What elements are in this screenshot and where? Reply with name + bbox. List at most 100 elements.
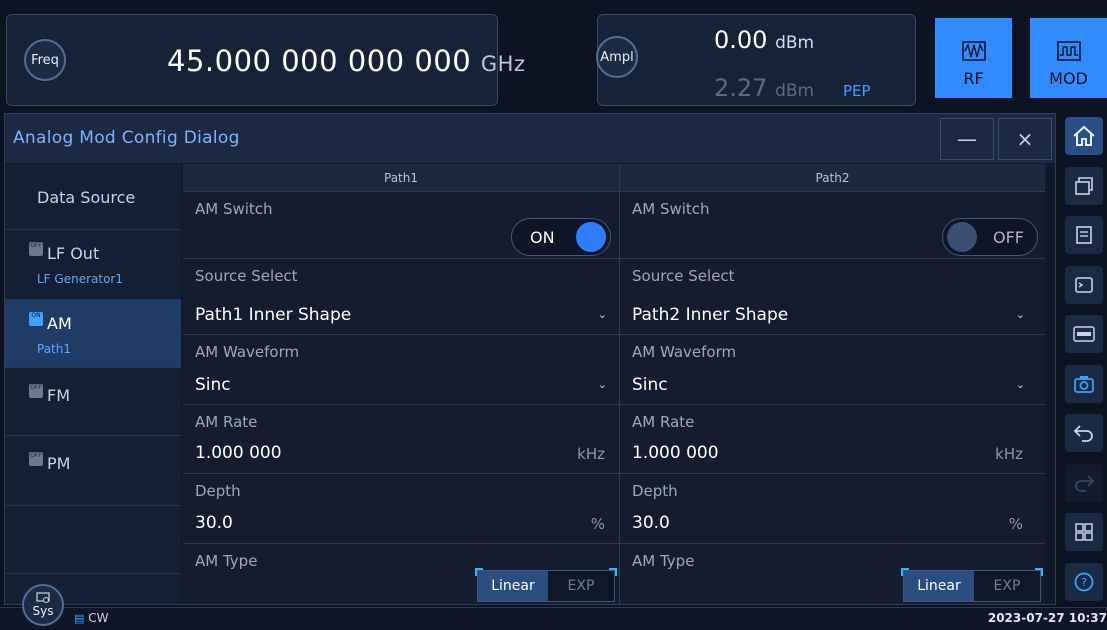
am-type-linear-option[interactable]: Linear <box>904 571 974 601</box>
waveform-value: Sinc <box>632 375 668 395</box>
toggle-knob <box>576 222 606 252</box>
pep-label: PEP <box>843 82 871 100</box>
status-clock: 2023-07-27 10:37 <box>987 611 1107 625</box>
nav-item-fm[interactable]: OFF FM <box>5 368 181 436</box>
am-type-linear-option[interactable]: Linear <box>478 571 548 601</box>
close-button[interactable]: × <box>998 118 1052 160</box>
nav-item-label: FM <box>47 386 71 405</box>
path1-am-switch-row: AM Switch ON <box>183 192 619 259</box>
path2-source-select-row[interactable]: Source Select Path2 Inner Shape ⌄ <box>620 259 1045 335</box>
am-switch-label: AM Switch <box>632 200 710 218</box>
sys-settings-icon <box>36 592 50 603</box>
minimize-button[interactable]: — <box>940 118 994 160</box>
am-type-exp-option[interactable]: EXP <box>974 571 1040 601</box>
windows-icon <box>1075 177 1093 195</box>
amplitude-unit: dBm <box>775 33 815 53</box>
pep-readout: 2.27 dBm <box>714 74 814 102</box>
path2-column-header: Path2 <box>620 164 1045 192</box>
frequency-readout[interactable]: 45.000 000 000 000 GHz <box>167 44 526 78</box>
nav-item-label: LF Out <box>47 244 100 263</box>
off-state-icon: OFF <box>29 452 43 466</box>
nav-item-lf-out[interactable]: OFF LF Out LF Generator1 <box>5 230 181 300</box>
panel-icon <box>1076 226 1092 244</box>
rf-button[interactable]: RF <box>935 18 1012 98</box>
depth-label: Depth <box>195 482 241 500</box>
windows-button[interactable] <box>1065 167 1103 205</box>
path1-waveform-row[interactable]: AM Waveform Sinc ⌄ <box>183 335 619 405</box>
am-switch-label: AM Switch <box>195 200 273 218</box>
path1-source-select-row[interactable]: Source Select Path1 Inner Shape ⌄ <box>183 259 619 335</box>
scpi-icon <box>1073 326 1095 342</box>
mod-button[interactable]: MOD <box>1030 18 1107 98</box>
waveform-label: AM Waveform <box>632 343 737 361</box>
amplitude-readout[interactable]: 0.00 dBm <box>714 26 814 54</box>
home-button[interactable] <box>1065 117 1103 155</box>
path1-am-switch-toggle[interactable]: ON <box>511 218 611 256</box>
dialog-title-bar: Analog Mod Config Dialog — × <box>5 114 1055 163</box>
toggle-state-label: ON <box>530 228 555 247</box>
nav-item-label: AM <box>47 314 72 333</box>
nav-item-data-source[interactable]: Data Source <box>5 164 181 230</box>
off-state-icon: OFF <box>29 242 43 256</box>
depth-label: Depth <box>632 482 678 500</box>
freq-button[interactable]: Freq <box>24 39 66 81</box>
close-icon: × <box>1016 127 1034 151</box>
path2-am-type-selector[interactable]: Linear EXP <box>903 570 1041 602</box>
on-state-icon: ON <box>29 312 43 326</box>
nav-item-pm[interactable]: OFF PM <box>5 436 181 506</box>
focus-corner <box>901 568 909 576</box>
am-config-grid: Path1 Path2 AM Switch ON Source Select P… <box>183 164 1045 604</box>
path2-waveform-row[interactable]: AM Waveform Sinc ⌄ <box>620 335 1045 405</box>
ampl-button-label: Ampl <box>600 49 634 65</box>
source-select-value: Path2 Inner Shape <box>632 305 789 325</box>
rate-value: 1.000 000 <box>632 443 719 463</box>
mod-button-label: MOD <box>1049 69 1088 88</box>
path1-column-header: Path1 <box>183 164 619 192</box>
off-state-icon: OFF <box>29 384 43 398</box>
camera-icon <box>1074 376 1094 393</box>
undo-icon <box>1073 425 1093 442</box>
scpi-button[interactable] <box>1065 315 1103 353</box>
redo-button[interactable] <box>1065 464 1103 502</box>
path1-depth-row[interactable]: Depth 30.0 % <box>183 474 619 544</box>
help-button[interactable]: ? <box>1065 563 1103 601</box>
waveform-label: AM Waveform <box>195 343 300 361</box>
scpi-console-icon <box>1075 277 1093 293</box>
source-select-label: Source Select <box>195 267 298 285</box>
chevron-down-icon: ⌄ <box>597 308 607 321</box>
rf-button-label: RF <box>963 69 984 88</box>
panel-button[interactable] <box>1065 216 1103 254</box>
screenshot-button[interactable] <box>1065 365 1103 403</box>
path1-rate-row[interactable]: AM Rate 1.000 000 kHz <box>183 405 619 474</box>
am-type-exp-option[interactable]: EXP <box>548 571 614 601</box>
depth-unit: % <box>590 515 605 533</box>
status-bar <box>0 607 1107 630</box>
depth-value: 30.0 <box>632 513 670 533</box>
nav-item-am[interactable]: ON AM Path1 <box>5 300 181 368</box>
rf-wave-icon <box>961 41 986 61</box>
ampl-button[interactable]: Ampl <box>596 36 638 78</box>
toggle-knob <box>947 222 977 252</box>
am-type-label: AM Type <box>632 552 695 570</box>
mode-indicator: ▤ CW <box>74 611 108 625</box>
path1-am-type-row: AM Type Linear EXP <box>183 544 619 604</box>
dialog-title: Analog Mod Config Dialog <box>13 128 240 148</box>
path2-am-switch-toggle[interactable]: OFF <box>942 218 1038 256</box>
pep-value: 2.27 <box>714 74 768 102</box>
scpi-console-button[interactable] <box>1065 266 1103 304</box>
undo-button[interactable] <box>1065 414 1103 452</box>
path1-am-type-selector[interactable]: Linear EXP <box>477 570 615 602</box>
top-bar: Freq 45.000 000 000 000 GHz Ampl 0.00 dB… <box>0 0 1107 112</box>
svg-text:?: ? <box>1081 576 1087 589</box>
nav-item-sublabel: Path1 <box>37 342 71 356</box>
path2-depth-row[interactable]: Depth 30.0 % <box>620 474 1045 544</box>
analog-mod-config-dialog: Analog Mod Config Dialog — × Data Source… <box>4 113 1056 605</box>
sys-button[interactable]: Sys <box>22 584 64 626</box>
path2-rate-row[interactable]: AM Rate 1.000 000 kHz <box>620 405 1045 474</box>
toggle-state-label: OFF <box>993 228 1024 247</box>
layout-button[interactable] <box>1065 513 1103 551</box>
right-toolbar: ? <box>1062 113 1107 605</box>
redo-icon <box>1075 475 1095 492</box>
rate-unit: kHz <box>577 445 605 463</box>
depth-value: 30.0 <box>195 513 233 533</box>
